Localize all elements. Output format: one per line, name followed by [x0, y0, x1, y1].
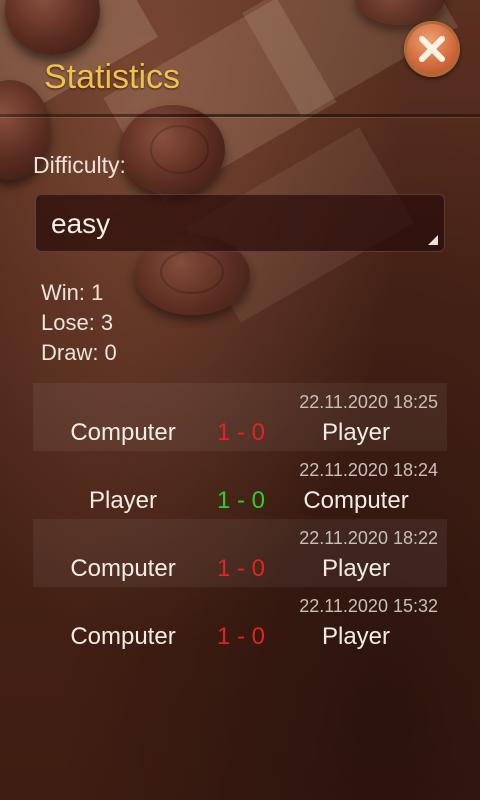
game-left-player: Player [88, 487, 158, 514]
game-left-player: Computer [70, 419, 176, 446]
game-date: 22.11.2020 18:24 [299, 460, 438, 480]
header-divider [0, 114, 480, 117]
game-date: 22.11.2020 18:25 [299, 392, 438, 412]
game-left-player: Computer [70, 623, 176, 650]
game-right-player: Computer [303, 487, 409, 514]
game-score: 1 - 0 [216, 555, 266, 582]
page-title: Statistics [44, 58, 181, 96]
game-left-player: Computer [70, 555, 176, 582]
dropdown-indicator-icon [428, 235, 438, 245]
game-right-player: Player [321, 555, 391, 582]
game-score: 1 - 0 [216, 419, 266, 446]
game-score: 1 - 0 [216, 623, 266, 650]
close-icon [419, 36, 445, 62]
game-right-player: Player [321, 419, 391, 446]
list-item: 22.11.2020 18:25 Computer 1 - 0 Player [33, 383, 447, 451]
list-item: 22.11.2020 15:32 Computer 1 - 0 Player [33, 587, 447, 655]
game-date: 22.11.2020 15:32 [299, 596, 438, 616]
list-item: 22.11.2020 18:24 Player 1 - 0 Computer [33, 451, 447, 519]
draw-count: Draw: 0 [41, 340, 117, 365]
game-date: 22.11.2020 18:22 [299, 528, 438, 548]
difficulty-label: Difficulty: [33, 152, 126, 178]
lose-count: Lose: 3 [41, 310, 114, 335]
game-score: 1 - 0 [216, 487, 266, 514]
win-count: Win: 1 [41, 280, 104, 305]
difficulty-select[interactable]: easy [35, 194, 445, 252]
list-item: 22.11.2020 18:22 Computer 1 - 0 Player [33, 519, 447, 587]
difficulty-selected-value: easy [51, 208, 111, 239]
close-button[interactable] [404, 21, 460, 77]
game-right-player: Player [321, 623, 391, 650]
